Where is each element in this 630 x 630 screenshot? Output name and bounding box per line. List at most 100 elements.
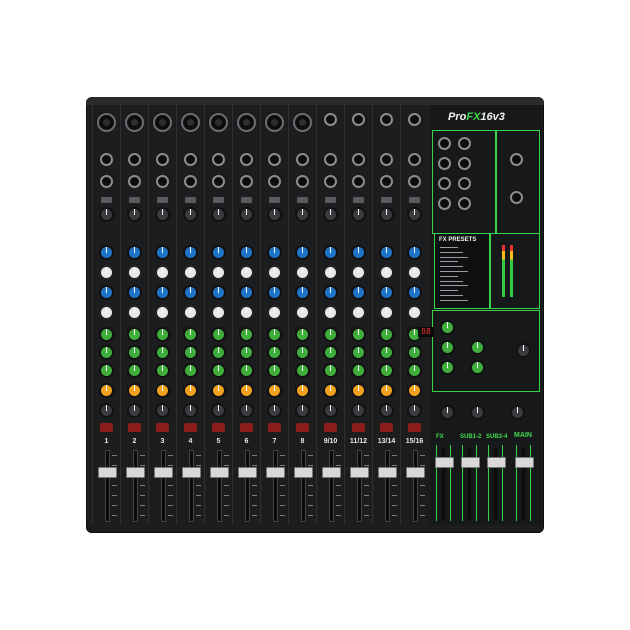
pan-knob[interactable]	[295, 403, 310, 418]
aux2-knob[interactable]	[351, 345, 366, 360]
eq-freq-knob[interactable]	[183, 305, 198, 320]
aux1-knob[interactable]	[295, 327, 310, 342]
channel-fader[interactable]	[378, 467, 397, 478]
fx-send-knob[interactable]	[155, 383, 170, 398]
output-jack[interactable]	[458, 137, 471, 150]
line-input-jack[interactable]	[212, 153, 225, 166]
output-jack[interactable]	[510, 153, 523, 166]
eq-high-knob[interactable]	[183, 245, 198, 260]
aux2-knob[interactable]	[295, 345, 310, 360]
eq-low-knob[interactable]	[239, 285, 254, 300]
output-jack[interactable]	[438, 177, 451, 190]
master-knob[interactable]	[470, 340, 485, 355]
gain-knob[interactable]	[183, 207, 198, 222]
line-input-jack-right[interactable]	[352, 175, 365, 188]
line-input-jack[interactable]	[408, 153, 421, 166]
xlr-input-jack[interactable]	[181, 113, 200, 132]
eq-low-knob[interactable]	[267, 285, 282, 300]
aux2-knob[interactable]	[379, 345, 394, 360]
eq-low-knob[interactable]	[323, 285, 338, 300]
aux1-knob[interactable]	[379, 327, 394, 342]
eq-high-knob[interactable]	[239, 245, 254, 260]
fx-send-knob[interactable]	[295, 383, 310, 398]
master-knob[interactable]	[516, 343, 531, 358]
pad-button[interactable]	[353, 197, 364, 203]
eq-freq-knob[interactable]	[127, 305, 142, 320]
pad-button[interactable]	[101, 197, 112, 203]
line-input-jack[interactable]	[184, 153, 197, 166]
eq-freq-knob[interactable]	[295, 305, 310, 320]
aux1-knob[interactable]	[155, 327, 170, 342]
eq-low-knob[interactable]	[351, 285, 366, 300]
eq-mid-knob[interactable]	[379, 265, 394, 280]
aux2-knob[interactable]	[211, 345, 226, 360]
pan-knob[interactable]	[323, 403, 338, 418]
xlr-input-jack[interactable]	[125, 113, 144, 132]
master-knob[interactable]	[440, 405, 455, 420]
eq-freq-knob[interactable]	[99, 305, 114, 320]
aux3-knob[interactable]	[267, 363, 282, 378]
eq-high-knob[interactable]	[267, 245, 282, 260]
eq-mid-knob[interactable]	[407, 265, 422, 280]
eq-high-knob[interactable]	[323, 245, 338, 260]
line-input-jack-right[interactable]	[408, 175, 421, 188]
fx-fader[interactable]	[435, 457, 454, 468]
gain-knob[interactable]	[407, 207, 422, 222]
eq-low-knob[interactable]	[183, 285, 198, 300]
eq-high-knob[interactable]	[99, 245, 114, 260]
output-jack[interactable]	[458, 197, 471, 210]
aux3-knob[interactable]	[99, 363, 114, 378]
insert-jack[interactable]	[268, 175, 281, 188]
insert-jack[interactable]	[100, 175, 113, 188]
aux2-knob[interactable]	[407, 345, 422, 360]
mute-button[interactable]	[128, 423, 141, 432]
eq-mid-knob[interactable]	[99, 265, 114, 280]
eq-high-knob[interactable]	[379, 245, 394, 260]
pan-knob[interactable]	[99, 403, 114, 418]
mute-button[interactable]	[380, 423, 393, 432]
mute-button[interactable]	[156, 423, 169, 432]
mute-button[interactable]	[184, 423, 197, 432]
pad-button[interactable]	[185, 197, 196, 203]
eq-high-knob[interactable]	[295, 245, 310, 260]
aux3-knob[interactable]	[379, 363, 394, 378]
eq-low-knob[interactable]	[99, 285, 114, 300]
gain-knob[interactable]	[379, 207, 394, 222]
channel-fader[interactable]	[210, 467, 229, 478]
channel-fader[interactable]	[154, 467, 173, 478]
aux1-knob[interactable]	[351, 327, 366, 342]
aux3-knob[interactable]	[155, 363, 170, 378]
eq-high-knob[interactable]	[211, 245, 226, 260]
aux3-knob[interactable]	[183, 363, 198, 378]
aux2-knob[interactable]	[127, 345, 142, 360]
xlr-input-jack[interactable]	[265, 113, 284, 132]
pan-knob[interactable]	[155, 403, 170, 418]
eq-freq-knob[interactable]	[155, 305, 170, 320]
aux2-knob[interactable]	[323, 345, 338, 360]
pad-button[interactable]	[381, 197, 392, 203]
mute-button[interactable]	[352, 423, 365, 432]
pad-button[interactable]	[409, 197, 420, 203]
mute-button[interactable]	[268, 423, 281, 432]
aux2-knob[interactable]	[99, 345, 114, 360]
eq-low-knob[interactable]	[211, 285, 226, 300]
eq-high-knob[interactable]	[407, 245, 422, 260]
pad-button[interactable]	[241, 197, 252, 203]
eq-mid-knob[interactable]	[155, 265, 170, 280]
pad-button[interactable]	[325, 197, 336, 203]
pan-knob[interactable]	[267, 403, 282, 418]
eq-low-knob[interactable]	[379, 285, 394, 300]
aux3-knob[interactable]	[127, 363, 142, 378]
pad-button[interactable]	[269, 197, 280, 203]
output-jack[interactable]	[510, 191, 523, 204]
insert-jack[interactable]	[128, 175, 141, 188]
gain-knob[interactable]	[239, 207, 254, 222]
line-input-jack[interactable]	[380, 153, 393, 166]
pan-knob[interactable]	[239, 403, 254, 418]
master-knob[interactable]	[440, 320, 455, 335]
aux3-knob[interactable]	[295, 363, 310, 378]
line-input-jack[interactable]	[296, 153, 309, 166]
insert-jack[interactable]	[156, 175, 169, 188]
fx-send-knob[interactable]	[407, 383, 422, 398]
xlr-input-jack[interactable]	[352, 113, 365, 126]
